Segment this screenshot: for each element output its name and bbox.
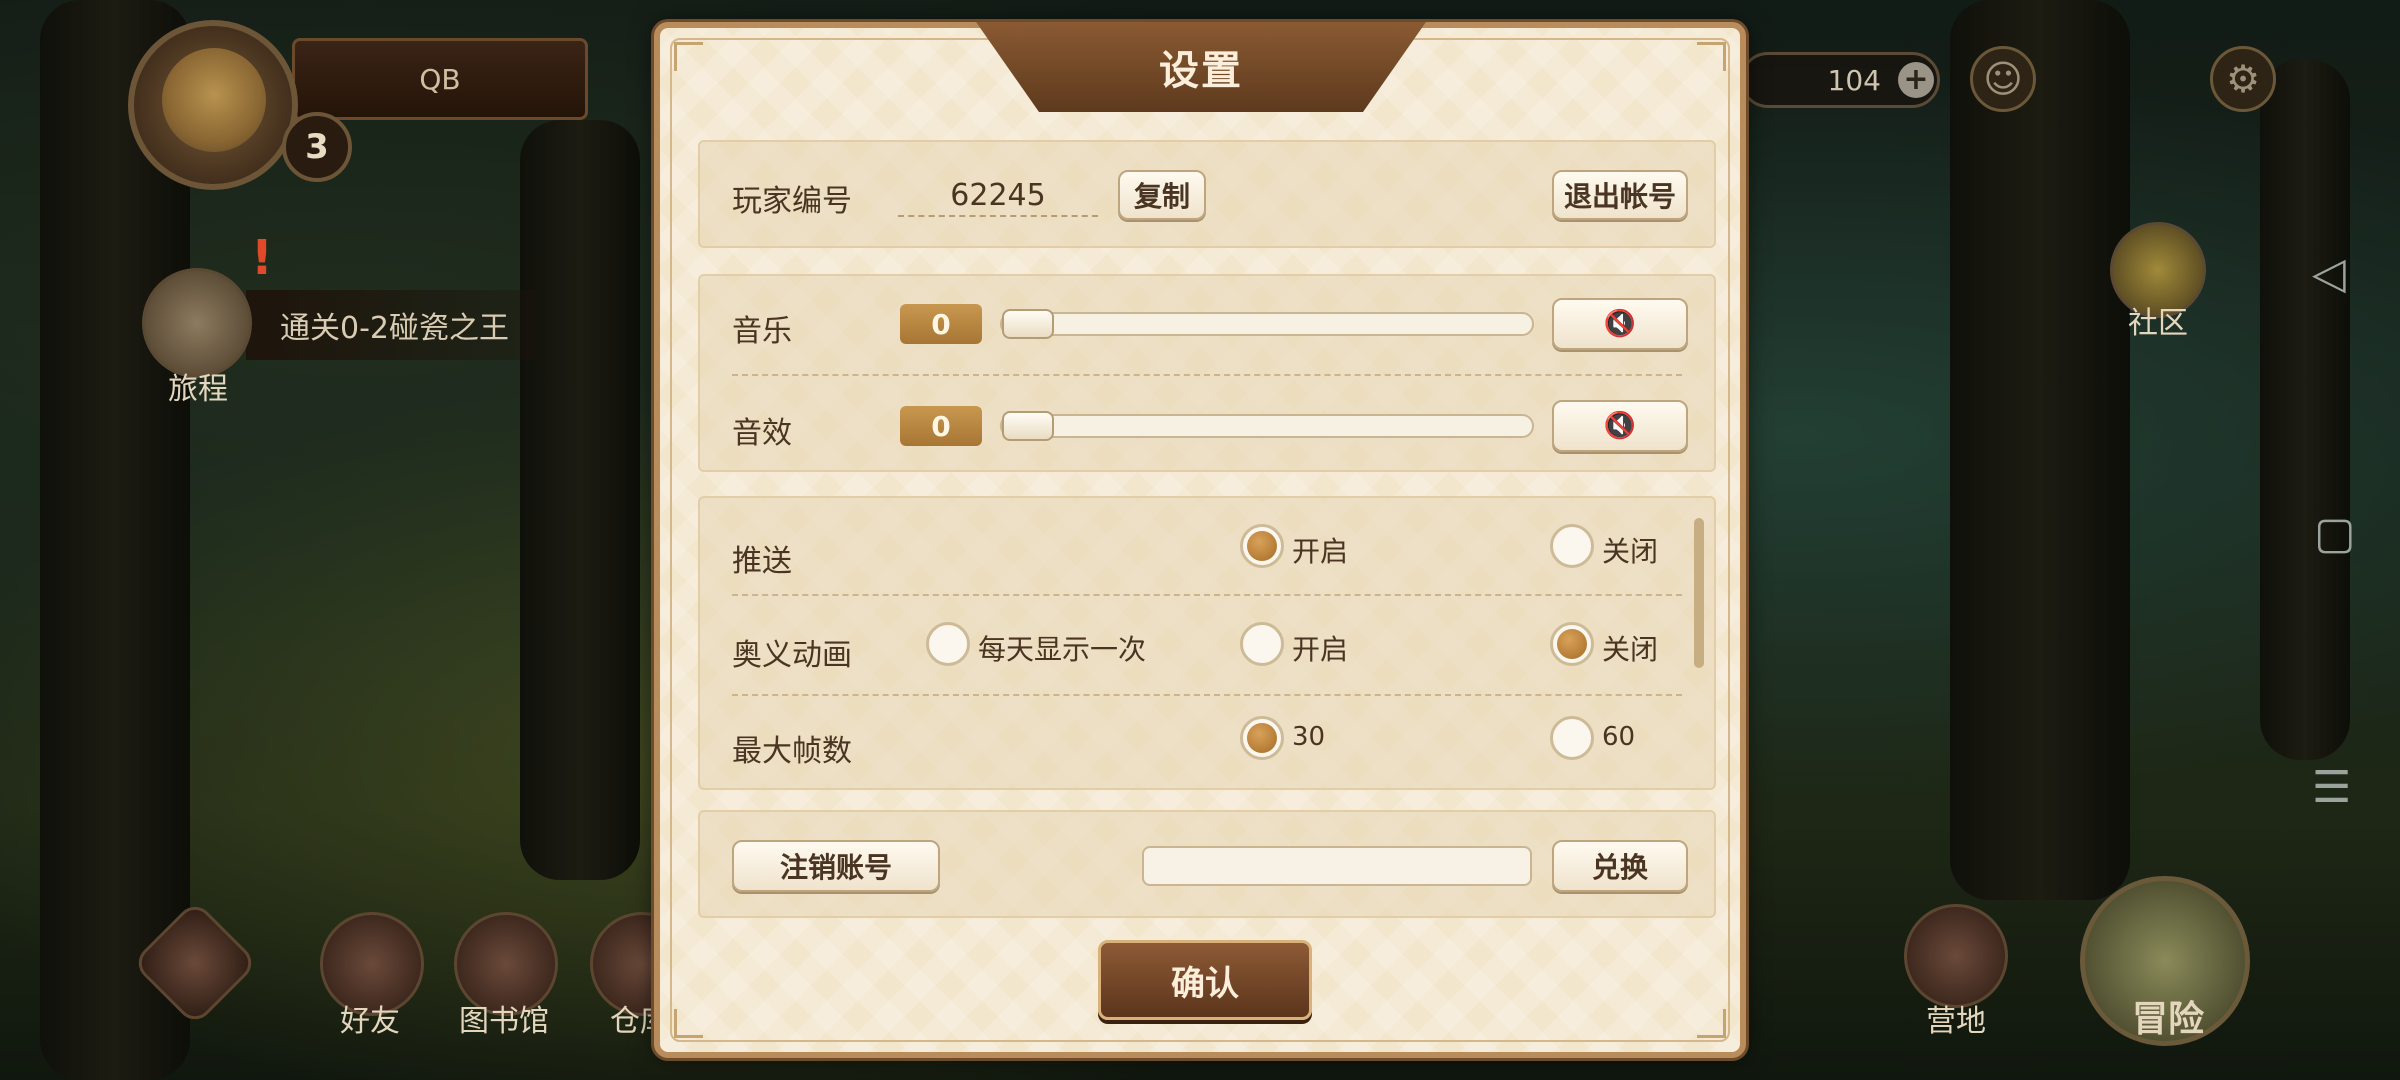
music-slider[interactable]	[1000, 309, 1534, 339]
ultimate-off-radio[interactable]	[1550, 622, 1594, 666]
library-label: 图书馆	[459, 1004, 549, 1039]
redeem-code-input[interactable]	[1142, 846, 1532, 886]
fps-30-label: 30	[1292, 722, 1326, 752]
account-panel: 玩家编号 62245 复制 退出帐号	[698, 140, 1716, 248]
push-off-label: 关闭	[1602, 535, 1659, 568]
camp-icon[interactable]	[1904, 904, 2008, 1008]
dialog-title-plate: 设置	[976, 22, 1426, 112]
quest-text: 通关0-2碰瓷之王	[280, 311, 509, 346]
push-on-label: 开启	[1292, 535, 1349, 568]
currency-amount: 104	[1827, 63, 1881, 97]
frame-corner	[1697, 42, 1726, 71]
quest-scroll-icon[interactable]	[142, 268, 252, 378]
fps-60-label: 60	[1602, 722, 1636, 752]
scrollbar-thumb[interactable]	[1694, 518, 1704, 668]
gear-icon[interactable]: ⚙	[2210, 46, 2276, 112]
push-off-radio[interactable]	[1550, 524, 1594, 568]
music-volume-value: 0	[900, 304, 982, 344]
frame-corner	[674, 1009, 703, 1038]
redeem-panel: 注销账号 兑换	[698, 810, 1716, 918]
logout-button[interactable]: 退出帐号	[1552, 170, 1688, 220]
speaker-mute-icon: 🔇	[1603, 411, 1637, 441]
music-mute-button[interactable]: 🔇	[1552, 298, 1688, 350]
copy-button[interactable]: 复制	[1118, 170, 1206, 220]
dialog-title: 设置	[1159, 48, 1243, 94]
frame-corner	[674, 42, 703, 71]
music-slider-handle[interactable]	[1002, 309, 1054, 339]
player-name: QB	[419, 62, 461, 96]
player-avatar[interactable]	[128, 20, 298, 190]
ultimate-daily-label: 每天显示一次	[978, 633, 1147, 666]
menu-nav-icon[interactable]: ☰	[2312, 762, 2351, 813]
home-nav-icon[interactable]: ▢	[2314, 508, 2356, 559]
friends-label: 好友	[340, 1004, 400, 1039]
avatar-portrait	[162, 48, 266, 152]
row-divider	[732, 694, 1682, 696]
player-name-bar: QB	[292, 38, 588, 120]
ultimate-on-radio[interactable]	[1240, 622, 1284, 666]
sfx-mute-button[interactable]: 🔇	[1552, 400, 1688, 452]
max-fps-label: 最大帧数	[732, 734, 852, 769]
fps-60-radio[interactable]	[1550, 716, 1594, 760]
community-label: 社区	[2128, 306, 2188, 341]
camp-label: 营地	[1926, 1004, 1986, 1039]
sfx-label: 音效	[732, 416, 792, 451]
delete-account-button[interactable]: 注销账号	[732, 840, 940, 892]
confirm-button[interactable]: 确认	[1098, 940, 1312, 1020]
row-divider	[732, 374, 1682, 376]
ultimate-daily-radio[interactable]	[926, 622, 970, 666]
redeem-button[interactable]: 兑换	[1552, 840, 1688, 892]
push-on-radio[interactable]	[1240, 524, 1284, 568]
ultimate-animation-label: 奥义动画	[732, 638, 852, 673]
settings-dialog: 设置 玩家编号 62245 复制 退出帐号 音乐 0 🔇 音效 0 🔇 推送 开…	[654, 22, 1746, 1058]
fps-30-radio[interactable]	[1240, 716, 1284, 760]
quest-banner[interactable]: 通关0-2碰瓷之王	[246, 290, 536, 360]
push-label: 推送	[732, 544, 792, 579]
music-label: 音乐	[732, 314, 792, 349]
player-id-value: 62245	[898, 178, 1098, 217]
ultimate-on-label: 开启	[1292, 633, 1349, 666]
options-scrollbar[interactable]	[1694, 518, 1704, 668]
back-nav-icon[interactable]: ◁	[2312, 248, 2346, 299]
alert-icon: !	[251, 230, 273, 286]
row-divider	[732, 594, 1682, 596]
adventure-label: 冒险	[2131, 999, 2204, 1040]
profile-head-icon[interactable]: ☺	[1970, 46, 2036, 112]
sfx-slider[interactable]	[1000, 411, 1534, 441]
add-currency-icon[interactable]: +	[1898, 62, 1934, 98]
frame-corner	[1697, 1009, 1726, 1038]
sfx-volume-value: 0	[900, 406, 982, 446]
audio-panel: 音乐 0 🔇 音效 0 🔇	[698, 274, 1716, 472]
level-badge: 3	[282, 112, 352, 182]
player-id-label: 玩家编号	[732, 184, 852, 219]
speaker-mute-icon: 🔇	[1603, 309, 1637, 339]
ultimate-off-label: 关闭	[1602, 633, 1659, 666]
quest-label: 旅程	[168, 372, 228, 407]
sfx-slider-handle[interactable]	[1002, 411, 1054, 441]
options-panel: 推送 开启 关闭 奥义动画 每天显示一次 开启 关闭 最大帧数 30 60	[698, 496, 1716, 790]
